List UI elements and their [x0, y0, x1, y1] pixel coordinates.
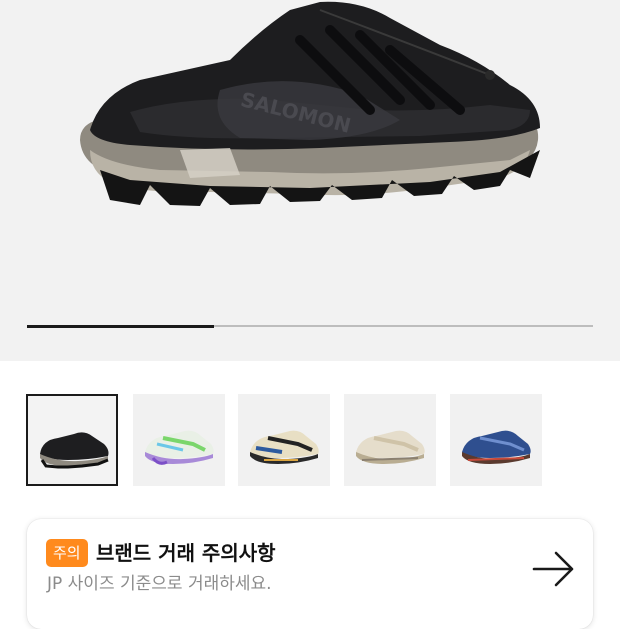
thumbnail-blue-brown[interactable] — [450, 394, 542, 486]
shoe-thumbnail-image — [250, 430, 319, 464]
product-image-gallery[interactable]: SALOMON — [0, 0, 620, 361]
shoe-thumbnail-image — [356, 430, 425, 464]
thumbnail-strip — [26, 394, 556, 488]
warning-badge: 주의 — [46, 539, 88, 567]
shoe-thumbnail-image — [462, 430, 531, 464]
notice-subtitle: JP 사이즈 기준으로 거래하세요. — [47, 574, 272, 594]
thumbnail-black-mule[interactable] — [26, 394, 118, 486]
thumbnail-cream-black-blue[interactable] — [238, 394, 330, 486]
arrow-right-icon[interactable] — [532, 549, 576, 589]
thumbnail-white-green-purple[interactable] — [133, 394, 225, 486]
brand-trade-notice-card[interactable]: 주의 브랜드 거래 주의사항 JP 사이즈 기준으로 거래하세요. — [27, 519, 593, 629]
notice-title: 브랜드 거래 주의사항 — [96, 541, 276, 565]
image-progress-track — [27, 324, 593, 328]
thumbnail-beige-cream[interactable] — [344, 394, 436, 486]
shoe-thumbnail-image — [40, 432, 109, 469]
shoe-thumbnail-image — [145, 430, 214, 465]
image-progress-indicator — [27, 324, 214, 328]
product-image-black-shoe: SALOMON — [80, 1, 540, 206]
